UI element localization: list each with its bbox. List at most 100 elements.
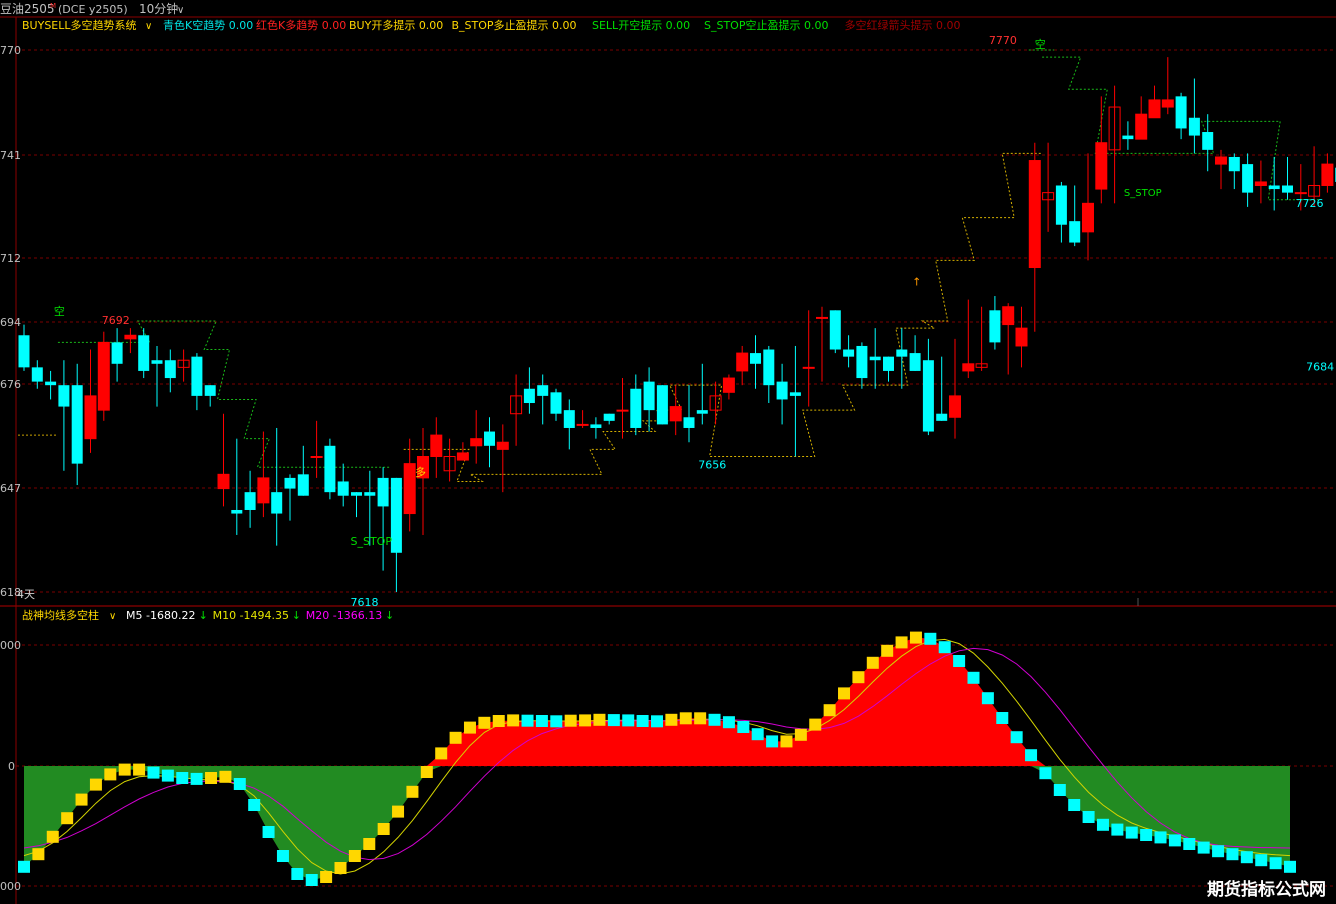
annotation-sell-signal: 空 [1035, 37, 1046, 51]
y-tick-label: 694 [0, 316, 21, 329]
candle-body [909, 353, 921, 371]
m5-step [61, 812, 74, 825]
m5-step [478, 716, 491, 729]
chevron-down-icon[interactable]: ∨ [177, 5, 184, 16]
m5-step [852, 671, 865, 684]
m5-step [593, 713, 606, 726]
m5-step [104, 768, 117, 781]
m5-step [363, 838, 376, 850]
candle-body [470, 438, 483, 447]
m5-step [190, 772, 203, 785]
candle [1055, 181, 1067, 243]
candle [776, 363, 788, 425]
candle-body [750, 353, 761, 364]
y-tick-label: 741 [0, 149, 21, 162]
candle [829, 310, 841, 354]
m5-step [838, 687, 851, 700]
candle-body [1242, 164, 1254, 193]
candle-body [1028, 160, 1041, 269]
candle [909, 335, 921, 371]
indicator-item: S_STOP空止盈提示 0.00 [704, 18, 828, 32]
candle [1321, 153, 1334, 193]
symbol-label[interactable]: 豆油2505 [0, 2, 55, 16]
m5-step [219, 770, 232, 783]
y-tick-label: 712 [0, 252, 21, 265]
m5-step [118, 763, 131, 776]
candle [1254, 160, 1267, 204]
candle-body [683, 417, 695, 428]
candle-body [151, 360, 163, 364]
m5-step [1125, 826, 1138, 839]
candle-body [204, 385, 216, 396]
candle [1095, 96, 1108, 204]
candle-body [537, 385, 549, 396]
candle-body [669, 406, 682, 422]
candle-body [1202, 132, 1214, 150]
candle [722, 374, 735, 400]
candle-body [297, 474, 309, 496]
candle [1148, 85, 1161, 119]
m5-step [996, 712, 1009, 724]
m5-step [1111, 823, 1124, 836]
candle-body [816, 316, 828, 319]
annotation-stop: S_STOP [351, 535, 393, 548]
candle [856, 342, 868, 389]
m5-step [176, 772, 189, 784]
candle-body [456, 452, 469, 461]
m5-step [579, 714, 592, 727]
candle-body [883, 356, 894, 371]
candle-body [949, 395, 961, 418]
candle-body [257, 477, 270, 504]
sub-y-tick-label: 000 [0, 880, 21, 893]
candle-body [630, 388, 642, 428]
candle-body [550, 392, 562, 414]
candle-body [484, 431, 495, 446]
candle [403, 438, 416, 532]
candle [1242, 153, 1254, 207]
legend-bars: 豆油2505 M (DCE y2505) 10分钟 ∨ 4天 BUYSELL多空… [0, 1, 961, 622]
symbol-superscript: M [50, 2, 56, 10]
m5-step [924, 632, 937, 645]
candle [1028, 142, 1041, 332]
candle [1228, 153, 1240, 190]
contract-code: (DCE y2505) [58, 3, 128, 16]
candle-body [843, 349, 855, 357]
candle [496, 424, 509, 493]
annotation-low: 7618 [351, 596, 379, 609]
candle [883, 356, 894, 382]
candle [18, 324, 30, 371]
candle-body [124, 334, 137, 340]
candle [683, 385, 695, 443]
candle-body [1321, 163, 1334, 187]
period-selector[interactable]: 10分钟 [139, 1, 178, 16]
candle [310, 420, 323, 478]
m5-step [665, 713, 678, 726]
candle-body [231, 509, 243, 514]
m5-step [694, 712, 707, 725]
candle-body [1294, 192, 1307, 195]
candle [138, 328, 150, 379]
m5-step [794, 728, 807, 741]
candle-body [603, 413, 615, 421]
candle-body [351, 492, 362, 496]
annotation-low: 7656 [698, 459, 726, 472]
candle [656, 385, 668, 425]
candle-body [523, 388, 535, 404]
m5-step [449, 731, 462, 744]
m5-step [320, 871, 333, 883]
m5-step [1226, 848, 1239, 861]
candle-body [563, 410, 575, 428]
candle [177, 349, 190, 382]
candle-body [284, 477, 296, 489]
m5-step [1010, 731, 1023, 744]
m5-step [46, 830, 59, 843]
sub-indicator-item: M20 -1366.13 [306, 609, 382, 622]
candle [1069, 185, 1081, 247]
candle [510, 374, 523, 446]
m5-step [147, 766, 160, 779]
candle-body [97, 341, 110, 411]
candle-body [217, 473, 230, 490]
candle [45, 370, 57, 400]
candle [284, 474, 296, 521]
candle [962, 299, 975, 379]
